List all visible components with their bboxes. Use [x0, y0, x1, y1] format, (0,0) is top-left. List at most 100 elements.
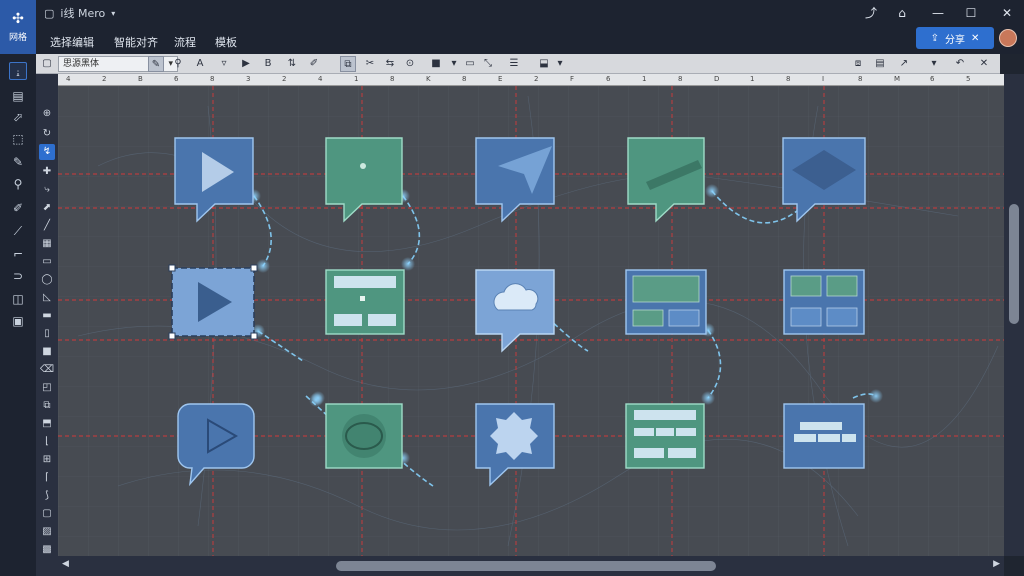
scroll-left-icon[interactable]: ◀ — [62, 559, 69, 569]
shape-card-panel-blue[interactable] — [625, 269, 707, 335]
document-title: i线 Mero — [60, 7, 106, 20]
shape-card-panel-green[interactable] — [325, 269, 405, 335]
pointer-icon[interactable]: ⬀ — [9, 108, 27, 126]
vertical-scroll-thumb[interactable] — [1009, 204, 1019, 324]
swap-icon[interactable]: ⇆ — [382, 56, 398, 72]
selection-handle[interactable] — [168, 332, 176, 340]
ellipse-icon[interactable]: ◯ — [39, 272, 55, 288]
ruler-tick-label: 4 — [66, 75, 71, 83]
zoom-icon[interactable]: ⚲ — [9, 175, 27, 193]
text-style-icon[interactable]: A — [192, 56, 208, 72]
ruler-tick-label: 2 — [282, 75, 287, 83]
image-icon[interactable]: ▩ — [39, 542, 55, 558]
marker-icon[interactable]: ✚ — [39, 164, 55, 180]
selection-handle[interactable] — [250, 332, 258, 340]
rotate-icon[interactable]: ↻ — [39, 126, 55, 142]
copy-style-icon[interactable]: ⧈ — [850, 56, 866, 72]
connector-tool-icon[interactable]: ↯ — [39, 144, 55, 160]
diagram-canvas[interactable] — [58, 86, 1004, 556]
link-style-icon[interactable]: ⊙ — [402, 56, 418, 72]
route-icon[interactable]: ↗ — [896, 56, 912, 72]
chevron-down-icon[interactable]: ▾ — [446, 56, 462, 72]
menu-item-select-edit[interactable]: 选择编辑 — [50, 34, 94, 50]
arrow-shape-icon[interactable]: ⬈ — [39, 200, 55, 216]
path-icon[interactable]: ⤷ — [39, 182, 55, 198]
filter-icon[interactable]: ▿ — [216, 56, 232, 72]
format-toolbar: ▢ 思源黑体 ▾ ✎ ⚲ A ▿ ▶ B ⇅ ✐ ⧉ ✂ ⇆ ⊙ ■ ▾ ▭ ⤡… — [36, 54, 1000, 74]
brush-icon[interactable]: ✐ — [9, 199, 27, 217]
align-icon[interactable]: ☰ — [506, 56, 522, 72]
pencil-icon[interactable]: ✐ — [306, 56, 322, 72]
media-icon[interactable]: ▣ — [9, 312, 27, 330]
play-icon[interactable]: ▶ — [238, 56, 254, 72]
page-setup-icon[interactable]: ▢ — [39, 56, 55, 72]
zoom-in-icon[interactable]: ⊕ — [39, 106, 55, 122]
link-icon[interactable]: ⊃ — [9, 267, 27, 285]
bracket-icon[interactable]: ⌈ — [39, 470, 55, 486]
menu-item-template[interactable]: 模板 — [215, 34, 237, 50]
arrange-icon[interactable]: ⬓ — [536, 56, 552, 72]
corner-icon[interactable]: ⌊ — [39, 434, 55, 450]
avatar[interactable] — [999, 29, 1017, 47]
shape-card-ring[interactable] — [325, 403, 403, 469]
eyedropper-icon[interactable]: ⟋ — [9, 222, 27, 240]
selection-handle[interactable] — [168, 264, 176, 272]
menu-item-flow[interactable]: 流程 — [174, 34, 196, 50]
home-icon[interactable]: ⌂ — [893, 4, 911, 22]
layers-icon[interactable]: ◫ — [9, 290, 27, 308]
comment-icon[interactable]: ▨ — [39, 524, 55, 540]
vertical-scrollbar[interactable] — [1004, 74, 1024, 556]
chevron-down-icon[interactable]: ▾ — [926, 56, 942, 72]
table-shape-icon[interactable]: ⊞ — [39, 452, 55, 468]
frame-icon[interactable]: ⬒ — [39, 416, 55, 432]
panel-icon[interactable]: ▤ — [872, 56, 888, 72]
search-icon[interactable]: ⚲ — [170, 56, 186, 72]
bold-icon[interactable]: B — [260, 56, 276, 72]
close-window-button[interactable]: ✕ — [998, 4, 1016, 22]
eraser-icon[interactable]: ⌫ — [39, 362, 55, 378]
undo-icon[interactable]: ↶ — [952, 56, 968, 72]
pen-tool-icon[interactable]: ✎ — [9, 153, 27, 171]
stack-icon[interactable]: ⧉ — [39, 398, 55, 414]
share-button[interactable]: ⇪ 分享 ✕ — [916, 27, 994, 49]
shape-card-bars[interactable] — [783, 403, 865, 469]
group-icon[interactable]: ⧉ — [340, 56, 356, 72]
shape-card-list[interactable] — [625, 403, 705, 469]
horizontal-scrollbar[interactable]: ◀ ▶ — [58, 556, 1004, 576]
select-icon[interactable]: ⬚ — [9, 130, 27, 148]
fill-icon[interactable]: ▬ — [39, 308, 55, 324]
selection-handle[interactable] — [250, 264, 258, 272]
fill-color-icon[interactable]: ■ — [428, 56, 444, 72]
chevron-down-icon[interactable]: ▾ — [111, 9, 115, 18]
scroll-right-icon[interactable]: ▶ — [993, 559, 1000, 569]
rectangle-icon[interactable]: ▭ — [39, 254, 55, 270]
menu-item-smart-align[interactable]: 智能对齐 — [114, 34, 158, 50]
crop-icon[interactable]: ⌐ — [9, 245, 27, 263]
minimize-button[interactable]: — — [929, 4, 947, 22]
horizontal-scroll-thumb[interactable] — [336, 561, 716, 571]
grid-shape-icon[interactable]: ▦ — [39, 236, 55, 252]
container-icon[interactable]: ▢ — [39, 506, 55, 522]
shape-card-play-selected[interactable] — [168, 264, 258, 340]
line-color-icon[interactable]: ▭ — [462, 56, 478, 72]
line-icon[interactable]: ╱ — [39, 218, 55, 234]
shape-card-grid[interactable] — [783, 269, 865, 335]
sticky-icon[interactable]: ■ — [39, 344, 55, 360]
callout-icon[interactable]: ◰ — [39, 380, 55, 396]
arrange-menu-icon[interactable]: ▾ — [552, 56, 568, 72]
scissors-icon[interactable]: ✂ — [362, 56, 378, 72]
note-icon[interactable]: ▯ — [39, 326, 55, 342]
highlight-icon[interactable]: ✎ — [148, 56, 164, 72]
maximize-button[interactable]: ☐ — [962, 4, 980, 22]
document-title-area[interactable]: ▢ i线 Mero ▾ — [44, 5, 115, 21]
page-icon[interactable]: ▤ — [9, 87, 27, 105]
split-icon[interactable]: ⇅ — [284, 56, 300, 72]
export-icon[interactable]: ⤴ — [862, 4, 880, 22]
triangle-icon[interactable]: ◺ — [39, 290, 55, 306]
text-tool-icon[interactable]: ꭵ — [9, 62, 27, 80]
app-logo[interactable]: ✣ 网格 — [0, 0, 36, 54]
freeform-icon[interactable]: ⟆ — [39, 488, 55, 504]
connector-style-icon[interactable]: ⤡ — [480, 56, 496, 72]
close-panel-icon[interactable]: ✕ — [976, 56, 992, 72]
close-icon[interactable]: ✕ — [971, 33, 979, 44]
